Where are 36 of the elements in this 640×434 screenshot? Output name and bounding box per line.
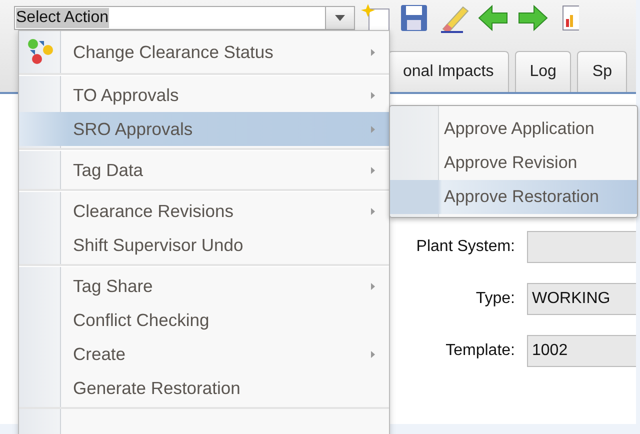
field-label: Type: xyxy=(474,290,515,308)
shapes-icon xyxy=(27,39,53,65)
field-label: Plant System: xyxy=(415,238,515,256)
submenu-arrow-icon xyxy=(371,48,375,56)
tab[interactable]: onal Impacts xyxy=(388,51,509,92)
submenu-arrow-icon xyxy=(371,208,375,214)
submenu-arrow-icon xyxy=(371,92,375,98)
menu-item[interactable]: TO Approvals xyxy=(19,78,389,112)
menu-item[interactable]: Approve Restoration xyxy=(390,180,637,214)
input-field[interactable] xyxy=(527,231,636,263)
menu-item[interactable]: SRO Approvals xyxy=(19,112,389,146)
action-select[interactable]: Select Action xyxy=(14,6,355,30)
tab[interactable]: Log xyxy=(514,51,572,92)
submenu-arrow-icon xyxy=(371,282,375,290)
forward-arrow-icon[interactable] xyxy=(517,4,549,32)
tab[interactable]: Sp xyxy=(577,51,627,92)
menu-item[interactable]: Clearance Revisions xyxy=(19,194,389,228)
input-field[interactable]: WORKING xyxy=(527,283,636,315)
submenu-arrow-icon xyxy=(371,350,375,358)
dropdown-button[interactable] xyxy=(325,7,354,29)
field-label: Template: xyxy=(444,342,515,360)
caret-icon xyxy=(335,15,345,21)
submenu-arrow-icon xyxy=(371,126,375,132)
save-icon[interactable] xyxy=(399,3,429,33)
submenu-arrow-icon xyxy=(371,166,375,174)
menu-item[interactable]: Conflict Checking xyxy=(19,303,389,337)
menu-item[interactable]: Approve Revision xyxy=(390,146,637,180)
menu-item[interactable]: Tag Data xyxy=(19,153,389,187)
back-arrow-icon[interactable] xyxy=(477,4,509,32)
input-field[interactable]: 1002 xyxy=(527,335,636,367)
menu-item[interactable]: Create xyxy=(19,337,389,371)
menu-item[interactable]: Generate Restoration xyxy=(19,371,389,405)
menu-item[interactable]: Shift Supervisor Undo xyxy=(19,228,389,262)
menu-item[interactable]: Tag Share xyxy=(19,269,389,303)
menu-item[interactable]: Approve Application xyxy=(390,112,637,146)
menu-item[interactable]: Change Clearance Status xyxy=(19,33,389,71)
